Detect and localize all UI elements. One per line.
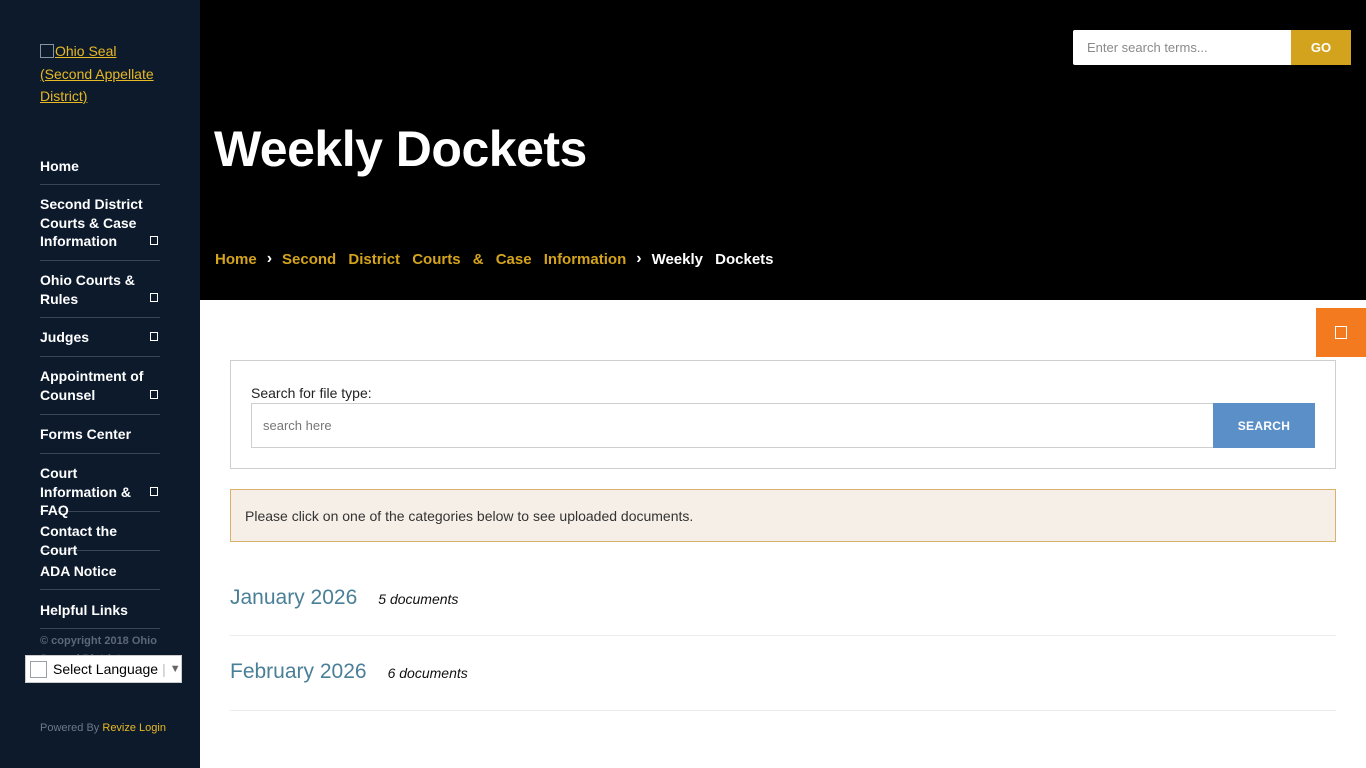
feedback-icon xyxy=(1335,326,1347,339)
nav-item-ada-notice[interactable]: ADA Notice xyxy=(40,551,160,590)
expand-icon[interactable] xyxy=(150,236,158,245)
nav-link-home[interactable]: Home xyxy=(40,147,160,176)
expand-icon[interactable] xyxy=(150,390,158,399)
nav-item-contact-the-court[interactable]: Contact the Court xyxy=(40,512,160,558)
category-link-february-2026[interactable]: February 2026 xyxy=(230,660,367,684)
file-search-panel: Search for file type: SEARCH xyxy=(230,360,1336,469)
nav-item-helpful-links[interactable]: Helpful Links xyxy=(40,590,160,629)
search-button[interactable]: SEARCH xyxy=(1213,403,1315,448)
nav-link-judges[interactable]: Judges xyxy=(40,318,160,347)
expand-icon[interactable] xyxy=(150,487,158,496)
nav-item-home[interactable]: Home xyxy=(40,147,160,185)
go-button[interactable]: GO xyxy=(1291,30,1351,65)
logo-alt-text: Ohio Seal (Second Appellate District) xyxy=(40,43,154,104)
nav-link-helpful-links[interactable]: Helpful Links xyxy=(40,590,160,620)
nav-link-ohio-courts-rules[interactable]: Ohio Courts & Rules xyxy=(40,261,160,308)
nav-item-ohio-courts-rules[interactable]: Ohio Courts & Rules xyxy=(40,261,160,318)
sidebar-nav: Home Second District Courts & Case Infor… xyxy=(40,147,160,629)
breadcrumb-second-district[interactable]: Second District Courts & Case Informatio… xyxy=(282,251,626,268)
expand-icon[interactable] xyxy=(150,332,158,341)
breadcrumb-current: Weekly Dockets xyxy=(651,250,774,268)
breadcrumb-separator: › xyxy=(636,250,642,267)
nav-link-forms-center[interactable]: Forms Center xyxy=(40,415,160,444)
dropdown-arrow-icon[interactable]: ▼ xyxy=(170,663,181,675)
file-search-label: Search for file type: xyxy=(251,385,372,401)
nav-link-second-district-courts[interactable]: Second District Courts & Case Informatio… xyxy=(40,185,160,251)
powered-by-label: Powered By xyxy=(40,722,100,734)
language-select-label: Select Language xyxy=(53,661,159,677)
nav-item-judges[interactable]: Judges xyxy=(40,318,160,357)
revize-login-link[interactable]: Revize Login xyxy=(102,722,166,734)
feedback-button[interactable] xyxy=(1316,308,1366,357)
document-count: 6 documents xyxy=(387,665,468,681)
document-count: 5 documents xyxy=(378,591,459,607)
file-search-input[interactable] xyxy=(251,403,1213,448)
nav-item-second-district-courts[interactable]: Second District Courts & Case Informatio… xyxy=(40,185,160,261)
language-divider: | xyxy=(162,661,166,677)
broken-image-icon xyxy=(40,44,54,58)
nav-link-appointment-of-counsel[interactable]: Appointment of Counsel xyxy=(40,357,160,404)
page-header: GO Weekly Dockets Home › Second District… xyxy=(200,0,1366,300)
powered-by: Powered By Revize Login xyxy=(40,722,166,734)
category-link-january-2026[interactable]: January 2026 xyxy=(230,586,357,610)
ohio-seal-logo-link[interactable]: Ohio Seal (Second Appellate District) xyxy=(40,40,170,108)
nav-item-forms-center[interactable]: Forms Center xyxy=(40,415,160,454)
category-row: January 2026 5 documents xyxy=(230,586,1336,636)
page-title: Weekly Dockets xyxy=(214,121,587,177)
notice-text: Please click on one of the categories be… xyxy=(245,507,694,524)
nav-item-appointment-of-counsel[interactable]: Appointment of Counsel xyxy=(40,357,160,415)
sidebar: Ohio Seal (Second Appellate District) Ho… xyxy=(0,0,200,768)
expand-icon[interactable] xyxy=(150,293,158,302)
nav-link-ada-notice[interactable]: ADA Notice xyxy=(40,551,160,581)
language-select[interactable]: Select Language | ▼ xyxy=(25,655,182,683)
google-translate-icon xyxy=(30,660,47,678)
site-search-input[interactable] xyxy=(1073,30,1291,65)
nav-item-court-information-faq[interactable]: Court Information & FAQ xyxy=(40,454,160,518)
category-notice: Please click on one of the categories be… xyxy=(230,489,1336,542)
breadcrumb-separator: › xyxy=(266,250,273,267)
breadcrumb: Home › Second District Courts & Case Inf… xyxy=(215,250,774,268)
copyright-text: © copyright 2018 Ohio Second District xyxy=(40,635,157,656)
nav-link-court-information-faq[interactable]: Court Information & FAQ xyxy=(40,454,160,520)
breadcrumb-home[interactable]: Home xyxy=(215,251,257,268)
category-row: February 2026 6 documents xyxy=(230,660,1336,711)
